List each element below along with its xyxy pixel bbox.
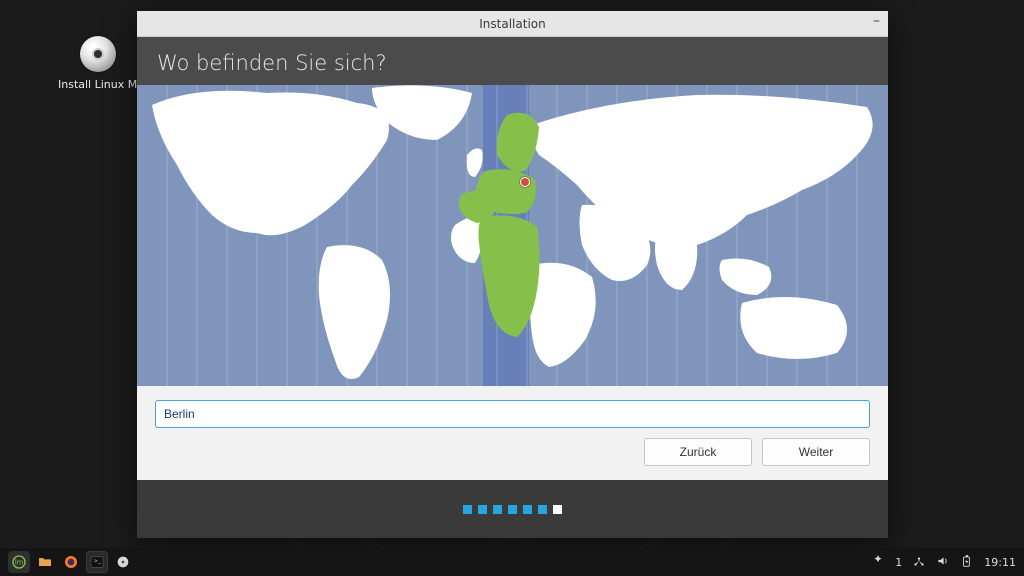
file-manager-icon[interactable] [34, 551, 56, 573]
progress-dot [508, 505, 517, 514]
cd-icon [80, 36, 116, 72]
desktop-install-icon[interactable]: Install Linux Min [66, 36, 130, 91]
progress-dots [137, 480, 888, 538]
power-icon[interactable] [960, 554, 974, 571]
sound-icon[interactable] [936, 554, 950, 571]
next-button[interactable]: Weiter [762, 438, 870, 466]
page-heading: Wo befinden Sie sich? [137, 37, 888, 85]
installer-window: Installation – Wo befinden Sie sich? [137, 11, 888, 538]
minimize-button[interactable]: – [873, 14, 880, 28]
progress-dot [523, 505, 532, 514]
progress-dot [493, 505, 502, 514]
firefox-icon[interactable] [60, 551, 82, 573]
location-input[interactable] [155, 400, 870, 428]
taskbar: lm >_ 1 19:11 [0, 548, 1024, 576]
window-title: Installation [479, 17, 545, 31]
progress-dot [463, 505, 472, 514]
svg-text:lm: lm [15, 559, 23, 567]
notification-count[interactable]: 1 [895, 556, 902, 569]
svg-text:>_: >_ [94, 559, 101, 565]
titlebar[interactable]: Installation – [137, 11, 888, 37]
world-map-svg [137, 85, 888, 386]
running-installer-icon[interactable] [112, 551, 134, 573]
progress-dot [553, 505, 562, 514]
clock[interactable]: 19:11 [984, 556, 1016, 569]
terminal-icon[interactable]: >_ [86, 551, 108, 573]
timezone-map[interactable] [137, 85, 888, 386]
network-icon[interactable] [912, 554, 926, 571]
nav-button-row: Zurück Weiter [155, 438, 870, 466]
desktop-install-label: Install Linux Min [58, 78, 138, 91]
back-button[interactable]: Zurück [644, 438, 752, 466]
progress-dot [538, 505, 547, 514]
progress-dot [478, 505, 487, 514]
map-location-pin [520, 177, 530, 187]
start-menu-button[interactable]: lm [8, 551, 30, 573]
form-area: Zurück Weiter [137, 386, 888, 480]
notification-icon[interactable] [871, 554, 885, 571]
